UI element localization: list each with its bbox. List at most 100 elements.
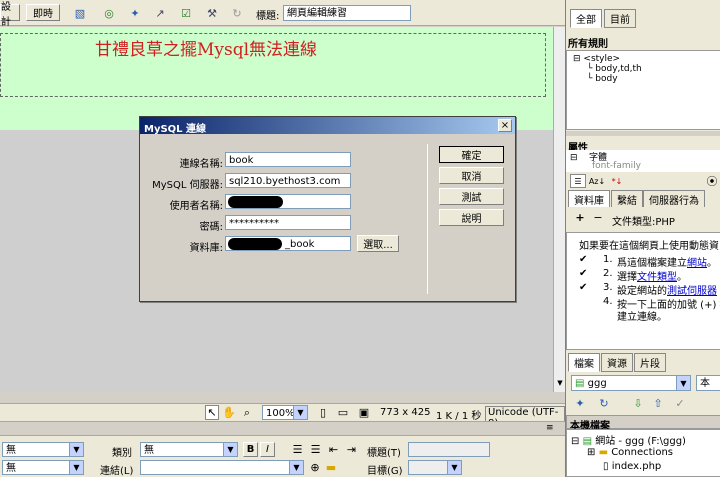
format-select[interactable]: 無 ▼ [2,442,84,457]
rules-tree: ⊟ <style> └ body,td,th └ body [566,50,720,130]
pointer-tool-icon[interactable]: ↖ [205,405,219,420]
rule-body-td-th[interactable]: └ body,td,th [587,64,642,74]
page-heading: 甘禮良草之擺Mysql無法連線 [95,40,318,60]
field-label-password: 密碼: [199,222,223,233]
panel-splitter[interactable] [566,131,720,136]
monitor-icon[interactable]: ▣ [356,405,372,420]
dialog-separator [427,144,428,294]
test-button[interactable]: 測試 [439,188,504,205]
connect-icon[interactable]: ✦ [572,395,588,411]
put-files-icon[interactable]: ⇧ [650,395,666,411]
document-toolbar: 設計 即時 ▧ ◎ ✦ ↗ ☑ ⚒ ↻ 標題: 網頁編輯練習 [0,0,565,28]
scroll-down-arrow-icon[interactable]: ▼ [555,379,565,390]
target-select[interactable]: ▼ [408,460,462,475]
rule-body[interactable]: └ body [587,74,618,84]
add-connection-icon[interactable]: + [574,210,586,224]
tree-site-root[interactable]: ⊟ ▤ 網站 - ggg (F:\ggg) [571,432,686,447]
category-view-icon[interactable]: ☰ [570,174,586,188]
help-button[interactable]: 說明 [439,209,504,226]
live-view-button[interactable]: 即時 [26,4,60,21]
tree-connections-folder[interactable]: ⊞ ▬ Connections [587,447,673,458]
document-vertical-scrollbar[interactable]: ▼ [553,27,565,392]
chevron-down-icon: ▼ [289,461,303,474]
tab-files[interactable]: 檔案 [568,353,600,372]
visual-aids-icon[interactable]: ↗ [150,4,170,22]
step-4-num: 4. [603,296,613,307]
check-out-icon[interactable]: ✓ [672,395,688,411]
folder-icon[interactable]: ▬ [324,460,338,475]
check-browser-icon[interactable]: ⚒ [202,4,222,22]
unordered-list-icon[interactable]: ☰ [290,442,305,457]
debug-icon[interactable]: ✦ [126,4,144,22]
italic-button[interactable]: I [260,442,275,457]
zoom-select[interactable]: 100% ▼ [262,405,308,420]
panel-options-icon[interactable]: ≡ [546,423,554,433]
folder-icon: ▤ [575,378,585,389]
download-speed-readout: 1 K / 1 秒 [436,411,482,422]
site-select[interactable]: ▤ ggg ▼ [571,375,691,391]
window-size-icon-2[interactable]: ▭ [336,405,350,420]
title-field[interactable] [408,442,490,457]
refresh-icon[interactable]: ↻ [228,4,246,22]
class-label: 類別 [112,448,132,459]
ok-button[interactable]: 確定 [439,146,504,163]
outdent-icon[interactable]: ⇤ [326,442,341,457]
hand-tool-icon[interactable]: ✋ [222,405,236,420]
link-select[interactable]: ▼ [140,460,304,475]
zoom-value: 100% [266,408,295,419]
step-1-num: 1. [603,254,613,265]
tab-assets[interactable]: 資源 [601,353,633,372]
set-props-icon[interactable]: *↓ [608,174,626,188]
field-label-username: 使用者名稱: [169,201,223,212]
folder-icon: ▤ [582,436,593,447]
window-size-icon-1[interactable]: ▯ [316,405,330,420]
connection-name-input[interactable]: book [225,152,351,167]
site-value: ggg [587,378,607,389]
tab-snippets[interactable]: 片段 [634,353,666,372]
db-panel-tabbar: 資料庫 繫結 伺服器行為 [566,190,720,209]
alpha-sort-icon[interactable]: Az↓ [588,174,606,188]
file-management-icon[interactable]: ▧ [70,4,90,22]
doc-type-label: 文件類型:PHP [612,217,675,228]
password-input[interactable]: ********** [225,215,351,230]
prop-font-family[interactable]: font-family [592,161,641,171]
tab-all[interactable]: 全部 [570,9,602,28]
css-properties-list: ⊟ 字體 font-family [566,150,720,172]
chevron-down-icon: ▼ [69,461,83,474]
dialog-close-button[interactable]: × [498,119,512,132]
design-view-button[interactable]: 設計 [0,2,20,28]
view-select[interactable]: 本機 [696,375,720,391]
zoom-tool-icon[interactable]: ⌕ [240,405,254,420]
indent-icon[interactable]: ⇥ [344,442,359,457]
step-1: 爲這個檔案建立網站。 [617,254,717,269]
rule-style-node[interactable]: ⊟ <style> [573,54,620,64]
preview-browser-icon[interactable]: ◎ [100,4,118,22]
attach-style-icon[interactable]: ⦿ [704,174,720,188]
select-database-button[interactable]: 選取... [357,235,399,252]
font-value: 無 [6,463,16,474]
ordered-list-icon[interactable]: ☰ [308,442,323,457]
tree-label: 網站 - ggg (F:\ggg) [595,436,686,447]
tree-index-file[interactable]: ▯ index.php [603,461,661,472]
remove-connection-icon[interactable]: − [592,210,604,224]
rule-label: body,td,th [595,64,642,74]
title-label: 標題: [256,11,280,22]
validate-icon[interactable]: ☑ [176,4,196,22]
site-link[interactable]: 網站 [687,258,707,269]
status-bar: ↖ ✋ ⌕ 100% ▼ ▯ ▭ ▣ 773 x 425 1 K / 1 秒 Un… [0,403,565,430]
db-panel-toolbar: + − 文件類型:PHP [566,207,720,229]
properties-header-bar: ≡ [0,422,565,436]
db-panel-content: 如果要在這個網頁上使用動態資 ✔ 1. 爲這個檔案建立網站。 ✔ 2. 選擇文件… [566,232,720,350]
mysql-server-input[interactable]: sql210.byethost3.com [225,173,351,188]
class-select[interactable]: 無 ▼ [140,442,238,457]
step-3-num: 3. [603,282,613,293]
get-files-icon[interactable]: ⇩ [630,395,646,411]
point-to-file-icon[interactable]: ⊕ [308,460,322,475]
title-input[interactable]: 網頁編輯練習 [283,5,411,21]
cancel-button[interactable]: 取消 [439,167,504,184]
tab-current[interactable]: 目前 [604,9,636,28]
bold-button[interactable]: B [243,442,258,457]
font-select[interactable]: 無 ▼ [2,460,84,475]
username-redaction-mark [228,196,283,208]
refresh-icon[interactable]: ↻ [596,395,612,411]
